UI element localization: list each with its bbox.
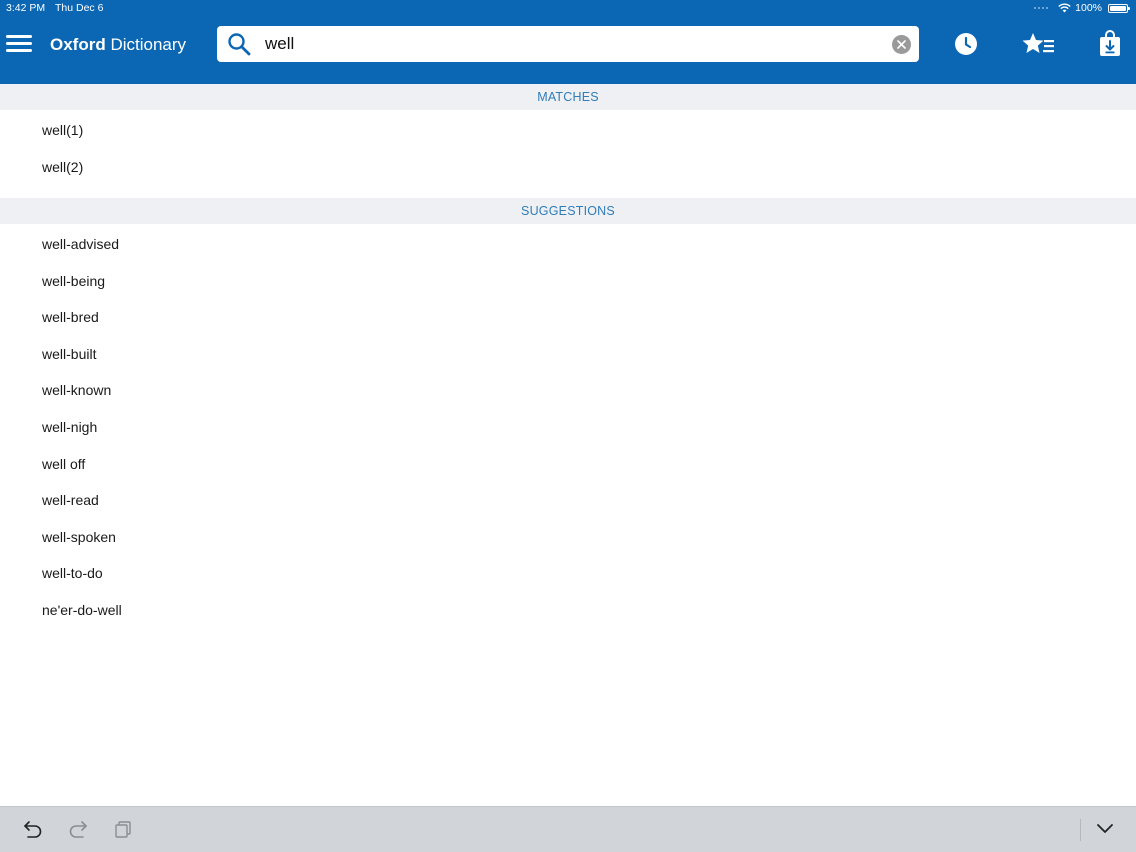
- status-indicators: 100%: [1034, 2, 1130, 14]
- suggestion-item[interactable]: well-nigh: [0, 409, 1136, 446]
- bar-divider: [1080, 819, 1081, 841]
- wifi-icon: [1058, 3, 1071, 13]
- suggestion-item[interactable]: well-read: [0, 482, 1136, 519]
- suggestion-item[interactable]: well-known: [0, 372, 1136, 409]
- matches-list: well(1) well(2): [0, 112, 1136, 185]
- suggestion-item[interactable]: ne'er-do-well: [0, 592, 1136, 629]
- hamburger-menu-icon[interactable]: [6, 33, 32, 55]
- matches-header: MATCHES: [0, 84, 1136, 110]
- battery-percent: 100%: [1075, 2, 1102, 14]
- signal-icon: [1034, 7, 1049, 9]
- suggestions-header: SUGGESTIONS: [0, 198, 1136, 224]
- search-input[interactable]: [265, 30, 885, 58]
- keyboard-shortcut-bar: [0, 806, 1136, 852]
- clock-icon[interactable]: [954, 32, 978, 56]
- star-list-icon[interactable]: [1022, 32, 1056, 56]
- paste-icon[interactable]: [114, 820, 132, 838]
- search-bar: [217, 26, 919, 62]
- clear-icon[interactable]: [892, 35, 911, 54]
- undo-icon[interactable]: [23, 820, 43, 838]
- status-bar: 3:42 PM Thu Dec 6 100%: [0, 0, 1136, 16]
- app-title: Oxford Dictionary: [50, 35, 186, 55]
- status-date: Thu Dec 6: [55, 2, 104, 14]
- match-item[interactable]: well(2): [0, 149, 1136, 186]
- chevron-down-icon[interactable]: [1096, 823, 1114, 835]
- search-icon: [228, 33, 251, 56]
- suggestion-item[interactable]: well off: [0, 446, 1136, 483]
- suggestion-item[interactable]: well-spoken: [0, 519, 1136, 556]
- app-title-rest: Dictionary: [105, 35, 187, 54]
- suggestion-item[interactable]: well-being: [0, 263, 1136, 300]
- download-bag-icon[interactable]: [1099, 30, 1121, 57]
- suggestions-list: well-advised well-being well-bred well-b…: [0, 226, 1136, 629]
- suggestion-item[interactable]: well-bred: [0, 299, 1136, 336]
- suggestion-item[interactable]: well-advised: [0, 226, 1136, 263]
- suggestion-item[interactable]: well-to-do: [0, 555, 1136, 592]
- status-time: 3:42 PM: [6, 2, 46, 14]
- match-item[interactable]: well(1): [0, 112, 1136, 149]
- app-title-brand: Oxford: [50, 35, 106, 54]
- redo-icon[interactable]: [68, 820, 88, 838]
- battery-icon: [1108, 3, 1130, 13]
- suggestion-item[interactable]: well-built: [0, 336, 1136, 373]
- app-header: 3:42 PM Thu Dec 6 100% Oxford Dictionary: [0, 0, 1136, 84]
- results-panel: MATCHES well(1) well(2) SUGGESTIONS well…: [0, 84, 1136, 806]
